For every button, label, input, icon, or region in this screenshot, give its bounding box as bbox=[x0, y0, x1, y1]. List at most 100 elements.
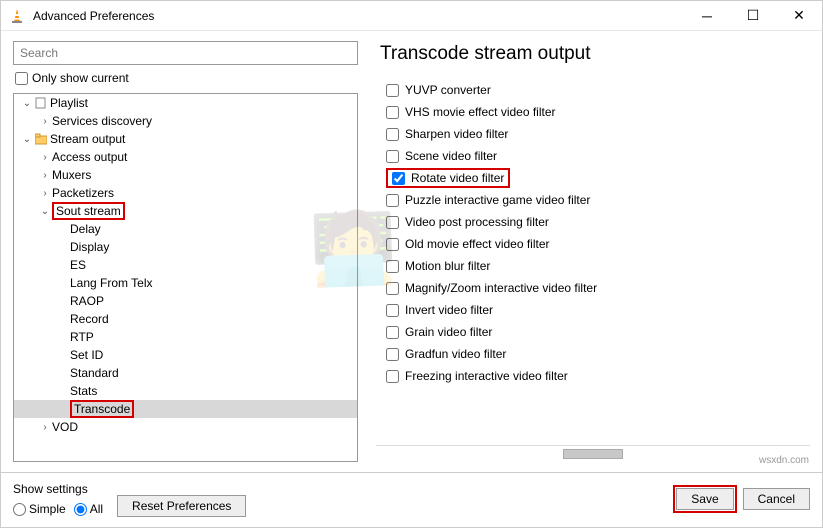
chevron-right-icon[interactable]: › bbox=[38, 152, 52, 163]
filter-label: Freezing interactive video filter bbox=[405, 369, 568, 383]
filter-old-movie-effect-video-filter[interactable]: Old movie effect video filter bbox=[386, 233, 806, 255]
filter-puzzle-interactive-game-video-filter[interactable]: Puzzle interactive game video filter bbox=[386, 189, 806, 211]
tree-item-packetizers[interactable]: ›Packetizers bbox=[14, 184, 357, 202]
simple-radio[interactable]: Simple bbox=[13, 502, 66, 516]
filter-video-post-processing-filter[interactable]: Video post processing filter bbox=[386, 211, 806, 233]
all-radio[interactable]: All bbox=[74, 502, 103, 516]
filter-rotate-video-filter[interactable]: Rotate video filter bbox=[386, 167, 806, 189]
filter-checkbox[interactable] bbox=[386, 84, 399, 97]
tree-item-transcode[interactable]: Transcode bbox=[14, 400, 357, 418]
show-settings-group: Show settings Simple All bbox=[13, 482, 103, 516]
left-panel: Search Only show current ⌄Playlist›Servi… bbox=[13, 41, 358, 462]
tree-item-label: RAOP bbox=[70, 294, 104, 308]
chevron-right-icon[interactable]: › bbox=[38, 422, 52, 433]
close-button[interactable]: ✕ bbox=[776, 1, 822, 31]
filter-checkbox[interactable] bbox=[386, 216, 399, 229]
tree-item-label: Stats bbox=[70, 384, 97, 398]
filter-checkbox[interactable] bbox=[386, 128, 399, 141]
filter-magnify-zoom-interactive-video-filter[interactable]: Magnify/Zoom interactive video filter bbox=[386, 277, 806, 299]
filter-label: Invert video filter bbox=[405, 303, 493, 317]
tree-item-label: Packetizers bbox=[52, 186, 114, 200]
search-input[interactable]: Search bbox=[13, 41, 358, 65]
filter-label: Grain video filter bbox=[405, 325, 492, 339]
filter-gradfun-video-filter[interactable]: Gradfun video filter bbox=[386, 343, 806, 365]
chevron-down-icon[interactable]: ⌄ bbox=[38, 206, 52, 217]
filter-label: Rotate video filter bbox=[411, 171, 504, 185]
cancel-button[interactable]: Cancel bbox=[743, 488, 810, 510]
tree-item-label: ES bbox=[70, 258, 86, 272]
filter-motion-blur-filter[interactable]: Motion blur filter bbox=[386, 255, 806, 277]
tree-item-services-discovery[interactable]: ›Services discovery bbox=[14, 112, 357, 130]
only-show-current-checkbox[interactable]: Only show current bbox=[13, 65, 358, 93]
horizontal-scrollbar[interactable] bbox=[376, 445, 810, 462]
tree-item-label: Standard bbox=[70, 366, 119, 380]
preferences-tree[interactable]: ⌄Playlist›Services discovery⌄Stream outp… bbox=[13, 93, 358, 462]
tree-item-sout-stream[interactable]: ⌄Sout stream bbox=[14, 202, 357, 220]
filter-label: Video post processing filter bbox=[405, 215, 549, 229]
chevron-right-icon[interactable]: › bbox=[38, 170, 52, 181]
panel-title: Transcode stream output bbox=[376, 41, 810, 73]
tree-item-muxers[interactable]: ›Muxers bbox=[14, 166, 357, 184]
chevron-down-icon[interactable]: ⌄ bbox=[20, 134, 34, 145]
tree-item-label: VOD bbox=[52, 420, 78, 434]
filter-freezing-interactive-video-filter[interactable]: Freezing interactive video filter bbox=[386, 365, 806, 387]
tree-item-es[interactable]: ES bbox=[14, 256, 357, 274]
source-watermark: wsxdn.com bbox=[759, 455, 809, 466]
filter-label: VHS movie effect video filter bbox=[405, 105, 556, 119]
tree-item-access-output[interactable]: ›Access output bbox=[14, 148, 357, 166]
maximize-button[interactable]: ☐ bbox=[730, 1, 776, 31]
vlc-cone-icon bbox=[9, 8, 25, 24]
filter-vhs-movie-effect-video-filter[interactable]: VHS movie effect video filter bbox=[386, 101, 806, 123]
footer: Show settings Simple All Reset Preferenc… bbox=[1, 472, 822, 527]
filter-label: YUVP converter bbox=[405, 83, 491, 97]
tree-item-lang-from-telx[interactable]: Lang From Telx bbox=[14, 274, 357, 292]
window-title: Advanced Preferences bbox=[33, 9, 684, 23]
folder-icon bbox=[34, 133, 48, 145]
filter-yuvp-converter[interactable]: YUVP converter bbox=[386, 79, 806, 101]
tree-item-vod[interactable]: ›VOD bbox=[14, 418, 357, 436]
filter-checkbox[interactable] bbox=[386, 304, 399, 317]
filter-checkbox[interactable] bbox=[386, 238, 399, 251]
filter-checkbox[interactable] bbox=[386, 260, 399, 273]
filter-sharpen-video-filter[interactable]: Sharpen video filter bbox=[386, 123, 806, 145]
tree-item-stream-output[interactable]: ⌄Stream output bbox=[14, 130, 357, 148]
tree-item-stats[interactable]: Stats bbox=[14, 382, 357, 400]
chevron-down-icon[interactable]: ⌄ bbox=[20, 98, 34, 109]
right-panel: Transcode stream output YUVP converter VH… bbox=[376, 41, 810, 462]
filter-checkbox[interactable] bbox=[386, 282, 399, 295]
tree-item-standard[interactable]: Standard bbox=[14, 364, 357, 382]
filter-label: Puzzle interactive game video filter bbox=[405, 193, 590, 207]
reset-preferences-button[interactable]: Reset Preferences bbox=[117, 495, 246, 517]
titlebar: Advanced Preferences ─ ☐ ✕ bbox=[1, 1, 822, 31]
filter-checkbox[interactable] bbox=[386, 370, 399, 383]
filter-label: Gradfun video filter bbox=[405, 347, 506, 361]
tree-item-label: Set ID bbox=[70, 348, 103, 362]
tree-item-record[interactable]: Record bbox=[14, 310, 357, 328]
filter-list: YUVP converter VHS movie effect video fil… bbox=[376, 73, 810, 445]
tree-item-delay[interactable]: Delay bbox=[14, 220, 357, 238]
save-highlight: Save bbox=[673, 485, 736, 513]
filter-checkbox[interactable] bbox=[386, 348, 399, 361]
tree-item-playlist[interactable]: ⌄Playlist bbox=[14, 94, 357, 112]
filter-checkbox[interactable] bbox=[392, 172, 405, 185]
filter-checkbox[interactable] bbox=[386, 150, 399, 163]
filter-scene-video-filter[interactable]: Scene video filter bbox=[386, 145, 806, 167]
tree-item-label: RTP bbox=[70, 330, 94, 344]
filter-checkbox[interactable] bbox=[386, 326, 399, 339]
tree-item-label: Access output bbox=[52, 150, 127, 164]
chevron-right-icon[interactable]: › bbox=[38, 116, 52, 127]
filter-checkbox[interactable] bbox=[386, 106, 399, 119]
filter-checkbox[interactable] bbox=[386, 194, 399, 207]
tree-item-rtp[interactable]: RTP bbox=[14, 328, 357, 346]
filter-invert-video-filter[interactable]: Invert video filter bbox=[386, 299, 806, 321]
tree-item-raop[interactable]: RAOP bbox=[14, 292, 357, 310]
tree-item-display[interactable]: Display bbox=[14, 238, 357, 256]
tree-item-label: Record bbox=[70, 312, 109, 326]
minimize-button[interactable]: ─ bbox=[684, 1, 730, 31]
tree-item-set-id[interactable]: Set ID bbox=[14, 346, 357, 364]
chevron-right-icon[interactable]: › bbox=[38, 188, 52, 199]
filter-label: Magnify/Zoom interactive video filter bbox=[405, 281, 597, 295]
save-button[interactable]: Save bbox=[676, 488, 733, 510]
filter-grain-video-filter[interactable]: Grain video filter bbox=[386, 321, 806, 343]
highlight-box: Transcode bbox=[70, 400, 134, 418]
